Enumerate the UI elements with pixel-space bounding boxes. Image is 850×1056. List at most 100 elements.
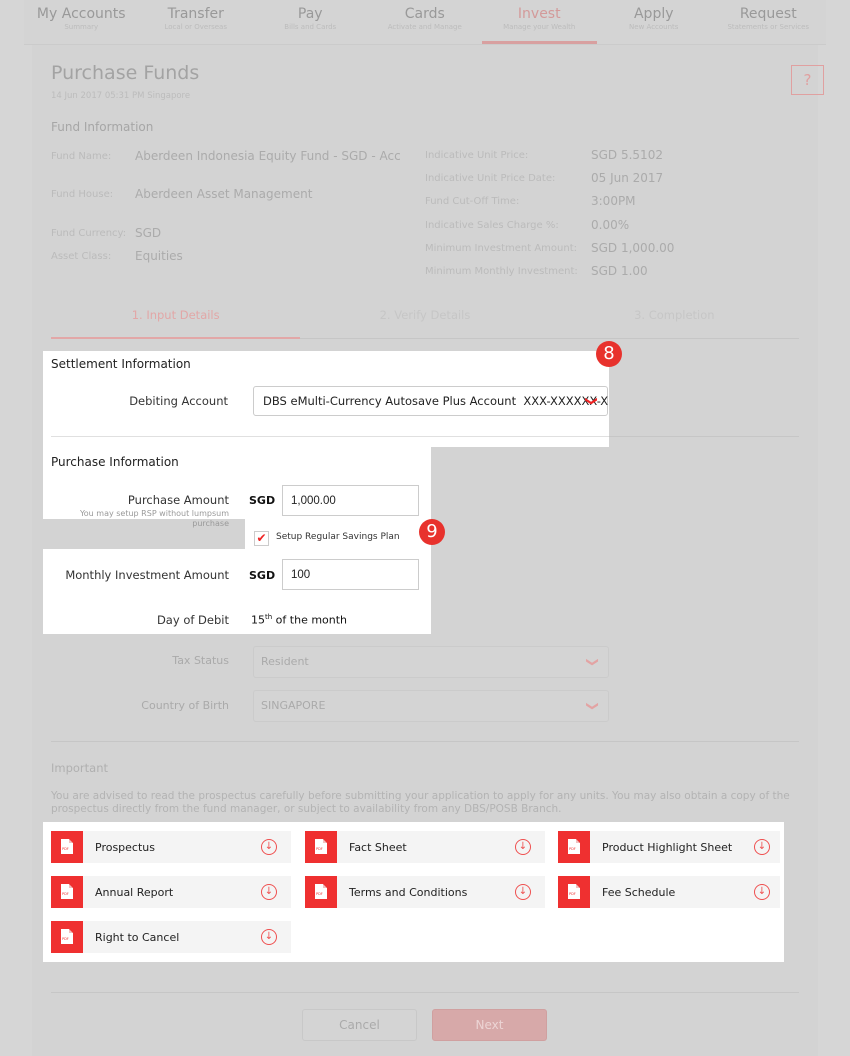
download-icon[interactable]: ↓ — [754, 839, 770, 855]
doc-fee-schedule[interactable]: PDF Fee Schedule ↓ — [558, 876, 780, 908]
monthly-amount-label: Monthly Investment Amount — [65, 568, 229, 582]
pdf-icon: PDF — [305, 831, 337, 863]
monthly-amount-input[interactable] — [282, 559, 419, 590]
annotation-badge-9: 9 — [419, 519, 445, 545]
day-of-debit-value: 15th of the month — [251, 613, 347, 627]
doc-annual-report[interactable]: PDF Annual Report ↓ — [51, 876, 291, 908]
nav-pay[interactable]: Pay Bills and Cards — [253, 0, 368, 44]
min-investment-value: SGD 1,000.00 — [591, 241, 675, 255]
download-icon[interactable]: ↓ — [261, 839, 277, 855]
step-completion: 3. Completion — [634, 308, 715, 322]
tax-status-select[interactable]: Resident ❯ — [253, 646, 609, 678]
purchase-amount-input[interactable] — [282, 485, 419, 516]
pdf-icon: PDF — [558, 831, 590, 863]
nav-title: Cards — [404, 6, 445, 22]
important-heading: Important — [51, 761, 109, 775]
fund-house-label: Fund House: — [51, 189, 114, 200]
nav-title: Transfer — [167, 6, 224, 22]
question-icon: ? — [803, 71, 812, 89]
pdf-icon: PDF — [51, 831, 83, 863]
unit-price-date-label: Indicative Unit Price Date: — [425, 173, 556, 184]
fund-currency-value: SGD — [135, 226, 162, 240]
doc-label: Product Highlight Sheet — [602, 840, 733, 854]
nav-subtitle: New Accounts — [629, 23, 679, 31]
section-divider — [51, 741, 799, 742]
day-number: 15 — [251, 613, 265, 627]
tax-status-label: Tax Status — [172, 654, 229, 667]
cutoff-value: 3:00PM — [591, 194, 636, 208]
nav-invest[interactable]: Invest Manage your Wealth — [482, 0, 597, 44]
cancel-button[interactable]: Cancel — [302, 1009, 417, 1041]
download-icon[interactable]: ↓ — [754, 884, 770, 900]
purchase-currency: SGD — [249, 494, 276, 507]
nav-subtitle: Manage your Wealth — [503, 23, 576, 31]
purchase-amount-label: Purchase Amount — [127, 493, 229, 507]
min-monthly-value: SGD 1.00 — [591, 264, 648, 278]
day-rest: of the month — [272, 613, 348, 627]
next-button[interactable]: Next — [432, 1009, 547, 1041]
nav-request[interactable]: Request Statements or Services — [711, 0, 826, 44]
nav-title: Apply — [633, 6, 674, 22]
nav-apply[interactable]: Apply New Accounts — [597, 0, 712, 44]
checkmark-icon: ✔ — [256, 531, 267, 545]
nav-cards[interactable]: Cards Activate and Manage — [368, 0, 483, 44]
doc-product-highlight-sheet[interactable]: PDF Product Highlight Sheet ↓ — [558, 831, 780, 863]
top-nav: My Accounts Summary Transfer Local or Over… — [24, 0, 826, 44]
debiting-account-value: DBS eMulti-Currency Autosave Plus Accoun… — [263, 394, 609, 408]
monthly-currency: SGD — [249, 569, 276, 582]
important-text: You are advised to read the prospectus c… — [51, 790, 790, 815]
pdf-icon: PDF — [51, 876, 83, 908]
sales-charge-value: 0.00% — [591, 218, 630, 232]
unit-price-date-value: 05 Jun 2017 — [591, 171, 664, 185]
country-of-birth-select[interactable]: SINGAPORE ❯ — [253, 690, 609, 722]
purchase-amount-hint: You may setup RSP without lumpsum purcha… — [79, 509, 229, 528]
fund-info-heading: Fund Information — [51, 120, 154, 134]
pdf-icon: PDF — [558, 876, 590, 908]
download-icon[interactable]: ↓ — [515, 839, 531, 855]
chevron-down-icon: ❯ — [584, 395, 599, 407]
purchase-heading: Purchase Information — [51, 455, 179, 469]
nav-subtitle: Statements or Services — [727, 23, 810, 31]
nav-my-accounts[interactable]: My Accounts Summary — [24, 0, 139, 44]
fund-house-value: Aberdeen Asset Management — [135, 187, 313, 201]
doc-label: Terms and Conditions — [349, 885, 468, 899]
debiting-account-select[interactable]: DBS eMulti-Currency Autosave Plus Accoun… — [253, 386, 608, 416]
nav-transfer[interactable]: Transfer Local or Overseas — [139, 0, 254, 44]
fund-currency-label: Fund Currency: — [51, 228, 127, 239]
annotation-badge-8: 8 — [596, 341, 622, 367]
doc-fact-sheet[interactable]: PDF Fact Sheet ↓ — [305, 831, 545, 863]
asset-class-value: Equities — [135, 249, 183, 263]
doc-right-to-cancel[interactable]: PDF Right to Cancel ↓ — [51, 921, 291, 953]
chevron-down-icon: ❯ — [585, 656, 600, 668]
settlement-divider — [51, 436, 609, 437]
timestamp: 14 Jun 2017 05:31 PM Singapore — [51, 91, 191, 101]
rsp-checkbox[interactable]: ✔ — [254, 531, 269, 546]
section-divider — [609, 436, 799, 437]
page-title: Purchase Funds — [51, 62, 200, 84]
step-verify-details: 2. Verify Details — [379, 308, 471, 322]
doc-label: Fact Sheet — [349, 840, 407, 854]
nav-title: Request — [739, 6, 797, 22]
chevron-down-icon: ❯ — [585, 700, 600, 712]
pdf-icon: PDF — [51, 921, 83, 953]
country-of-birth-value: SINGAPORE — [261, 699, 326, 712]
help-button[interactable]: ? — [791, 65, 824, 95]
progress-steps: 1. Input Details 2. Verify Details 3. Co… — [51, 305, 799, 339]
nav-subtitle: Activate and Manage — [387, 23, 462, 31]
debiting-account-label: Debiting Account — [129, 394, 228, 408]
tax-status-value: Resident — [261, 655, 309, 668]
doc-terms-and-conditions[interactable]: PDF Terms and Conditions ↓ — [305, 876, 545, 908]
download-icon[interactable]: ↓ — [261, 929, 277, 945]
settlement-heading: Settlement Information — [51, 357, 191, 371]
doc-label: Fee Schedule — [602, 885, 676, 899]
download-icon[interactable]: ↓ — [261, 884, 277, 900]
footer-divider — [51, 992, 799, 993]
day-of-debit-label: Day of Debit — [156, 613, 229, 627]
cutoff-label: Fund Cut-Off Time: — [425, 196, 520, 207]
country-of-birth-label: Country of Birth — [141, 699, 229, 712]
sales-charge-label: Indicative Sales Charge %: — [425, 220, 559, 231]
doc-prospectus[interactable]: PDF Prospectus ↓ — [51, 831, 291, 863]
download-icon[interactable]: ↓ — [515, 884, 531, 900]
min-investment-label: Minimum Investment Amount: — [425, 243, 578, 254]
doc-label: Prospectus — [95, 840, 155, 854]
